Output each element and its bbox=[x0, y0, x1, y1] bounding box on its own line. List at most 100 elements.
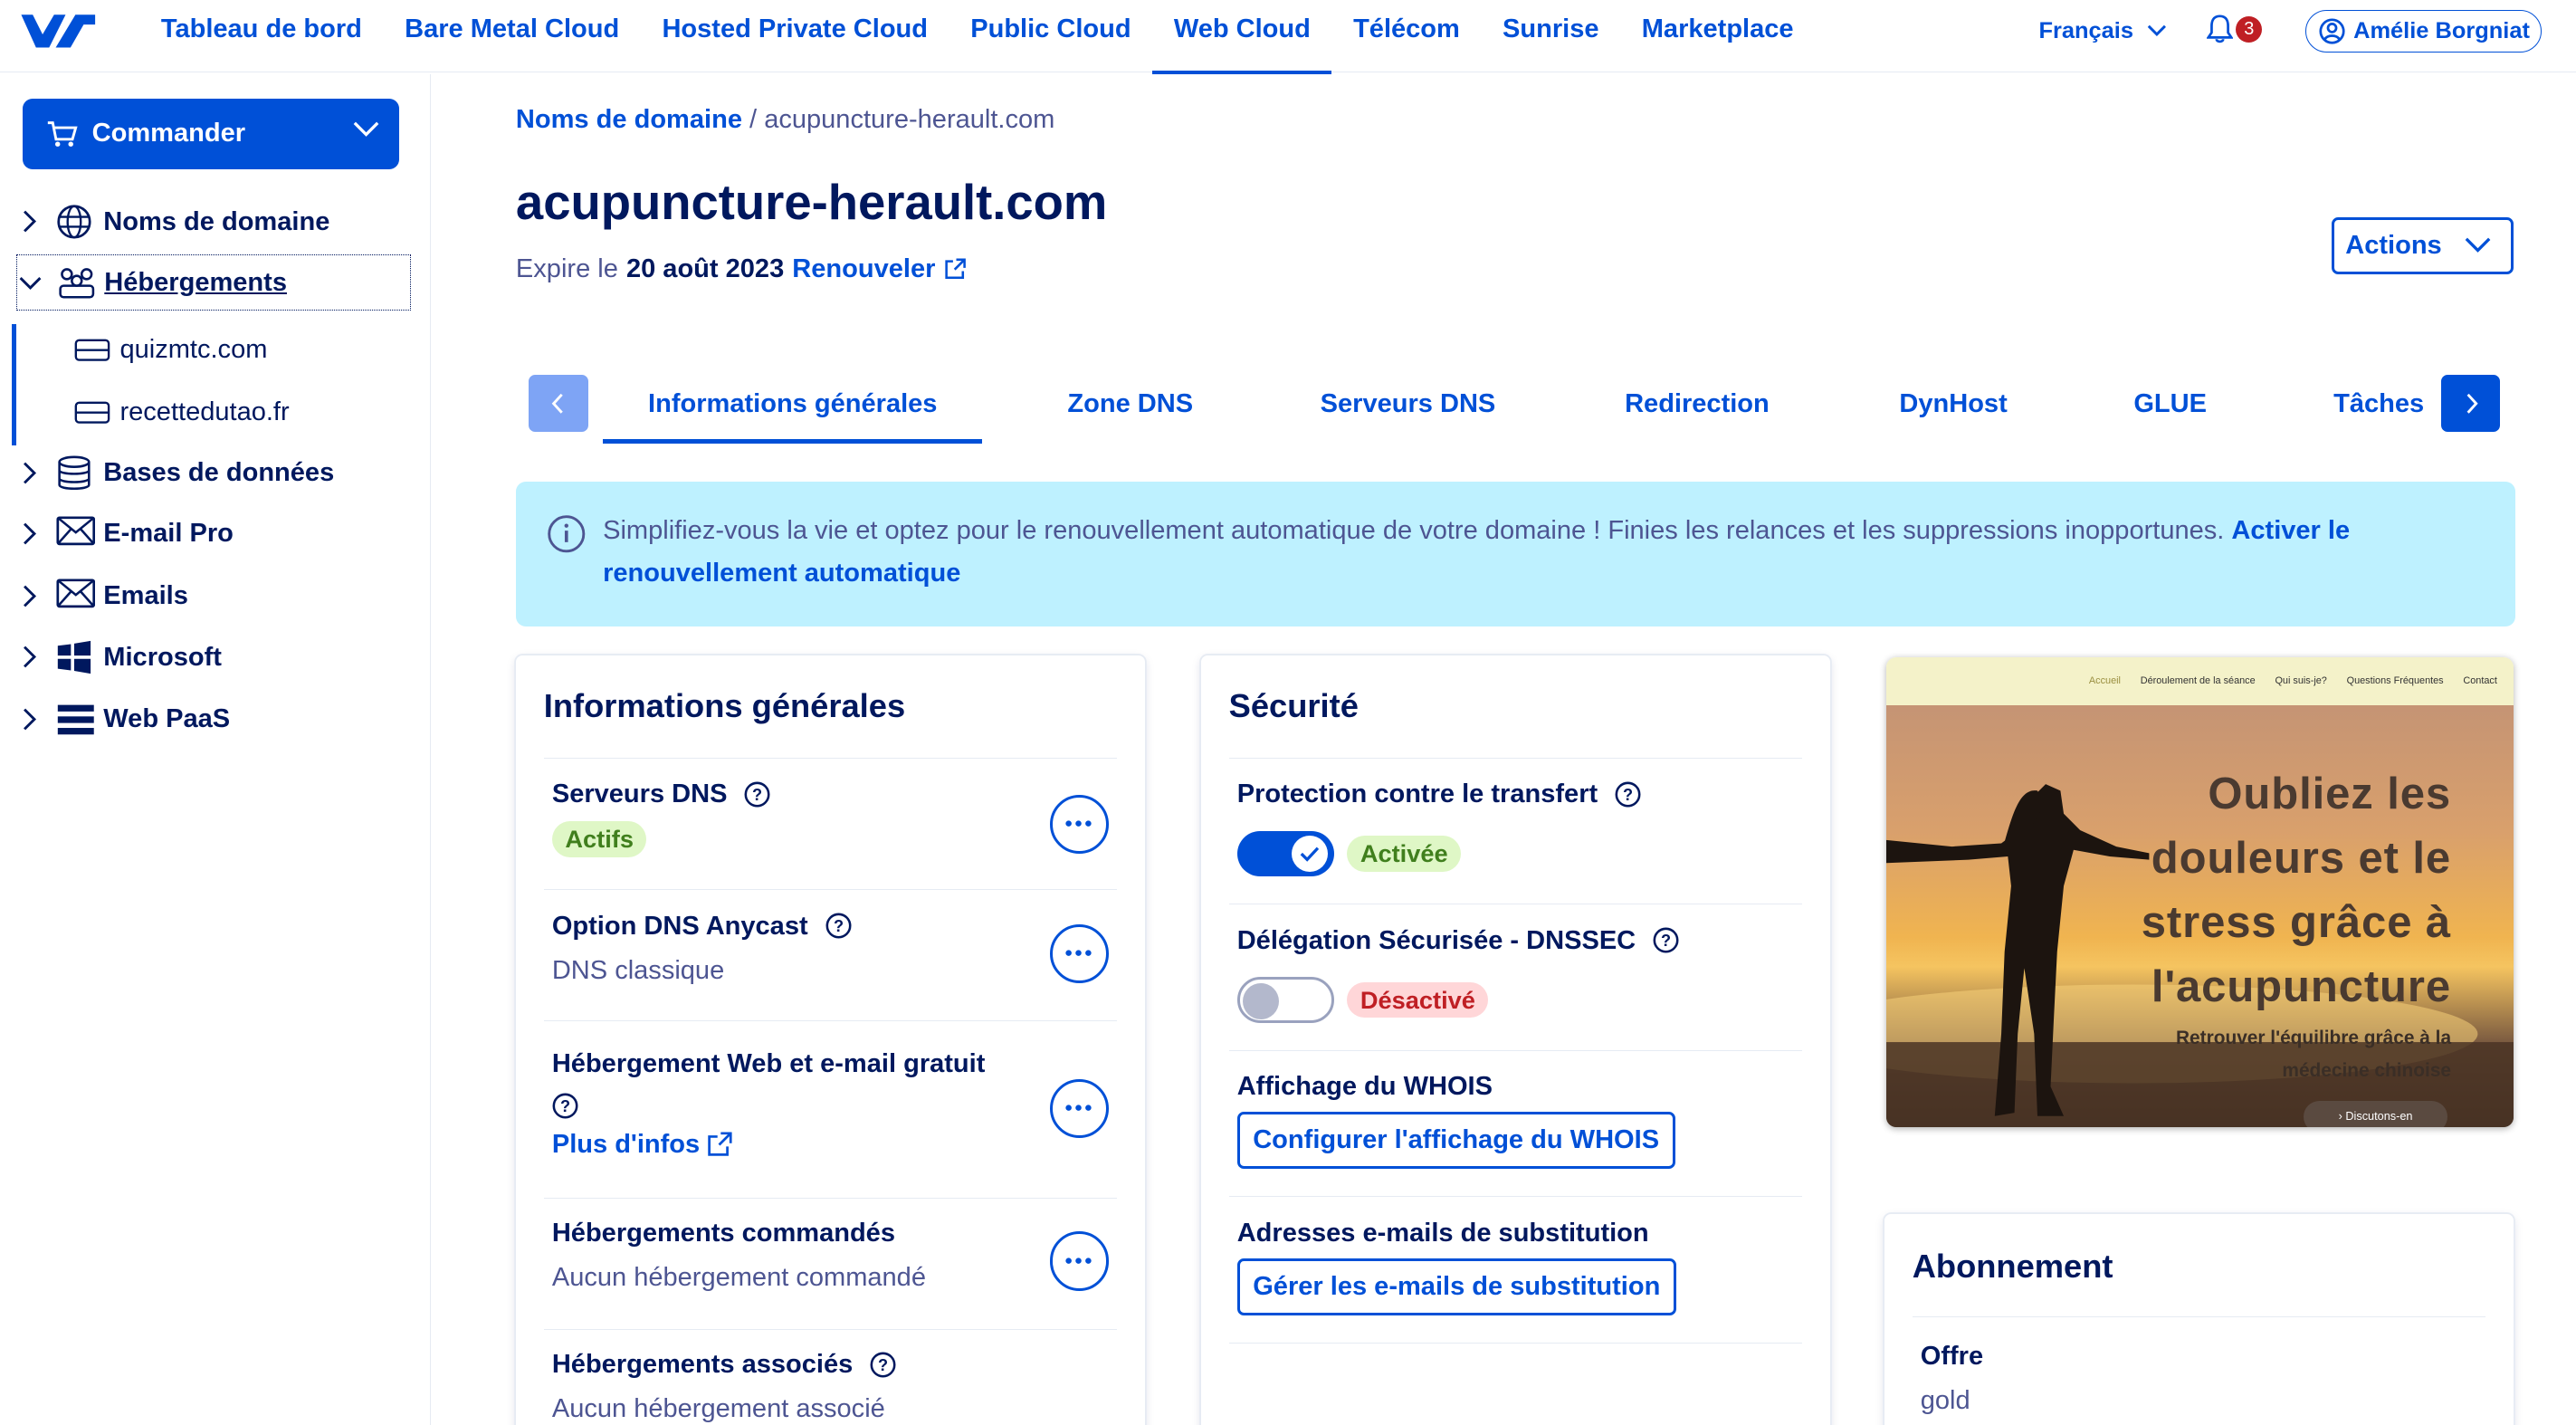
nav-marketplace[interactable]: Marketplace bbox=[1620, 0, 1815, 72]
free-hosting-row: Hébergement Web et e-mail gratuit ? Plus… bbox=[543, 1020, 1118, 1198]
free-hosting-label: Hébergement Web et e-mail gratuit bbox=[551, 1048, 986, 1078]
actions-label: Actions bbox=[2345, 230, 2442, 260]
nav-hosted-private-cloud[interactable]: Hosted Private Cloud bbox=[641, 0, 949, 72]
sidebar-item-email-pro[interactable]: E-mail Pro bbox=[16, 506, 411, 562]
sidebar-item-web-paas[interactable]: Web PaaS bbox=[16, 692, 411, 748]
tab-tasks[interactable]: Tâches bbox=[2326, 375, 2431, 444]
breadcrumb-current: acupuncture-herault.com bbox=[764, 105, 1055, 135]
svg-text:?: ? bbox=[752, 786, 762, 804]
toggle-knob bbox=[1291, 836, 1328, 872]
free-hosting-label-wrap: Hébergement Web et e-mail gratuit ? bbox=[552, 1043, 1012, 1128]
sidebar-item-hostings[interactable]: Hébergements bbox=[16, 254, 411, 311]
chevron-right-icon bbox=[2465, 393, 2479, 415]
chevron-right-icon bbox=[16, 208, 43, 234]
configure-whois-button[interactable]: Configurer l'affichage du WHOIS bbox=[1236, 1111, 1675, 1170]
nav-bare-metal-cloud[interactable]: Bare Metal Cloud bbox=[384, 0, 641, 72]
submenu-indicator bbox=[11, 323, 17, 445]
tab-glue[interactable]: GLUE bbox=[2123, 375, 2218, 444]
card-title: Abonnement bbox=[1912, 1247, 2113, 1285]
sidebar-subitem-label: recettedutao.fr bbox=[119, 397, 290, 427]
user-icon bbox=[2319, 18, 2345, 44]
svg-text:?: ? bbox=[1661, 932, 1671, 950]
mail-icon bbox=[56, 579, 96, 615]
help-icon[interactable]: ? bbox=[744, 781, 770, 808]
language-selector[interactable]: Français bbox=[2038, 18, 2166, 44]
banner-message: Simplifiez-vous la vie et optez pour le … bbox=[603, 515, 2225, 545]
chevron-right-icon bbox=[16, 706, 43, 732]
help-icon[interactable]: ? bbox=[870, 1352, 896, 1378]
whois-row: Affichage du WHOIS Configurer l'affichag… bbox=[1228, 1049, 1803, 1197]
tab-redirection[interactable]: Redirection bbox=[1607, 375, 1788, 444]
subscription-card: Abonnement Offre gold bbox=[1884, 1214, 2514, 1425]
transfer-protection-toggle[interactable] bbox=[1236, 830, 1334, 877]
offer-row: Offre gold bbox=[1912, 1315, 2486, 1425]
nav-dashboard[interactable]: Tableau de bord bbox=[139, 0, 383, 72]
card-title: Informations générales bbox=[543, 686, 906, 724]
user-menu-button[interactable]: Amélie Borgniat bbox=[2304, 9, 2542, 53]
tab-dns-servers[interactable]: Serveurs DNS bbox=[1302, 375, 1515, 444]
free-hosting-more-button[interactable] bbox=[1049, 1078, 1110, 1138]
more-info-link[interactable]: Plus d'infos bbox=[552, 1130, 733, 1160]
dns-servers-label: Serveurs DNS bbox=[551, 779, 728, 809]
nav-telecom[interactable]: Télécom bbox=[1331, 0, 1481, 72]
tabs-next-button[interactable] bbox=[2441, 374, 2501, 433]
help-icon[interactable]: ? bbox=[552, 1093, 578, 1119]
chevron-left-icon bbox=[550, 393, 565, 415]
row-divider bbox=[1228, 1342, 1803, 1344]
more-icon bbox=[1065, 1258, 1092, 1264]
renew-link[interactable]: Renouveler bbox=[792, 254, 935, 284]
nav-sunrise[interactable]: Sunrise bbox=[1481, 0, 1620, 72]
tab-dns-zone[interactable]: Zone DNS bbox=[1048, 375, 1213, 444]
transfer-protection-label-wrap: Protection contre le transfert ? bbox=[1237, 779, 1641, 809]
preview-nav-item: Questions Fréquentes bbox=[2346, 675, 2444, 687]
dns-servers-more-button[interactable] bbox=[1049, 794, 1110, 854]
nav-public-cloud[interactable]: Public Cloud bbox=[949, 0, 1153, 72]
more-icon bbox=[1065, 1105, 1092, 1111]
help-icon[interactable]: ? bbox=[1653, 927, 1679, 953]
preview-nav-item: Déroulement de la séance bbox=[2140, 675, 2256, 687]
ordered-hostings-more-button[interactable] bbox=[1049, 1231, 1110, 1291]
dns-servers-status-badge: Actifs bbox=[551, 820, 647, 857]
breadcrumb: Noms de domaine / acupuncture-herault.co… bbox=[516, 105, 1054, 135]
sidebar-subitem-label: quizmtc.com bbox=[119, 335, 268, 365]
anycast-more-button[interactable] bbox=[1049, 924, 1110, 984]
external-link-icon bbox=[706, 1132, 733, 1158]
ovh-logo-icon[interactable] bbox=[16, 8, 99, 57]
tab-general-info[interactable]: Informations générales bbox=[603, 375, 983, 445]
associated-hostings-label: Hébergements associés bbox=[551, 1350, 854, 1380]
sidebar-item-label: E-mail Pro bbox=[103, 519, 234, 549]
manage-substitute-emails-button[interactable]: Gérer les e-mails de substitution bbox=[1236, 1258, 1676, 1316]
tab-dynhost[interactable]: DynHost bbox=[1884, 375, 2022, 444]
expiry-prefix: Expire le bbox=[515, 254, 618, 284]
preview-headline: Oubliez les douleurs et le stress grâce … bbox=[2141, 770, 2452, 1011]
website-preview[interactable]: Accueil Déroulement de la séance Qui sui… bbox=[1885, 657, 2514, 1128]
preview-nav: Accueil Déroulement de la séance Qui sui… bbox=[1885, 657, 2514, 705]
sidebar-item-microsoft[interactable]: Microsoft bbox=[16, 629, 411, 685]
info-banner: Simplifiez-vous la vie et optez pour le … bbox=[515, 481, 2515, 626]
general-info-card: Informations générales Serveurs DNS ? Ac… bbox=[515, 655, 1146, 1425]
sidebar-item-databases[interactable]: Bases de données bbox=[16, 445, 411, 502]
preview-nav-item: Accueil bbox=[2088, 675, 2121, 687]
sidebar-subitem-recettedutao[interactable]: recettedutao.fr bbox=[74, 391, 290, 434]
anycast-label-wrap: Option DNS Anycast ? bbox=[552, 912, 852, 942]
check-icon bbox=[1300, 846, 1320, 862]
help-icon[interactable]: ? bbox=[1615, 781, 1641, 808]
hosting-icon bbox=[57, 264, 97, 301]
whois-label: Affichage du WHOIS bbox=[1236, 1072, 1493, 1102]
dnssec-toggle[interactable] bbox=[1236, 977, 1334, 1023]
nav-web-cloud[interactable]: Web Cloud bbox=[1152, 0, 1332, 74]
mail-icon bbox=[56, 516, 96, 552]
actions-dropdown[interactable]: Actions bbox=[2331, 216, 2514, 275]
tabs-previous-button[interactable] bbox=[529, 374, 588, 433]
sidebar-item-domains[interactable]: Noms de domaine bbox=[16, 194, 411, 250]
sidebar-item-emails[interactable]: Emails bbox=[16, 569, 411, 625]
sidebar-subitem-quizmtc[interactable]: quizmtc.com bbox=[74, 329, 268, 371]
notifications-button[interactable]: 3 bbox=[2206, 14, 2273, 47]
page-title: acupuncture-herault.com bbox=[515, 175, 1108, 231]
globe-icon bbox=[56, 204, 96, 240]
help-icon[interactable]: ? bbox=[825, 913, 852, 939]
order-button[interactable]: Commander bbox=[23, 98, 400, 169]
anycast-row: Option DNS Anycast ? DNS classique bbox=[543, 888, 1118, 1020]
breadcrumb-domains-link[interactable]: Noms de domaine bbox=[516, 105, 742, 134]
windows-icon bbox=[56, 639, 96, 675]
